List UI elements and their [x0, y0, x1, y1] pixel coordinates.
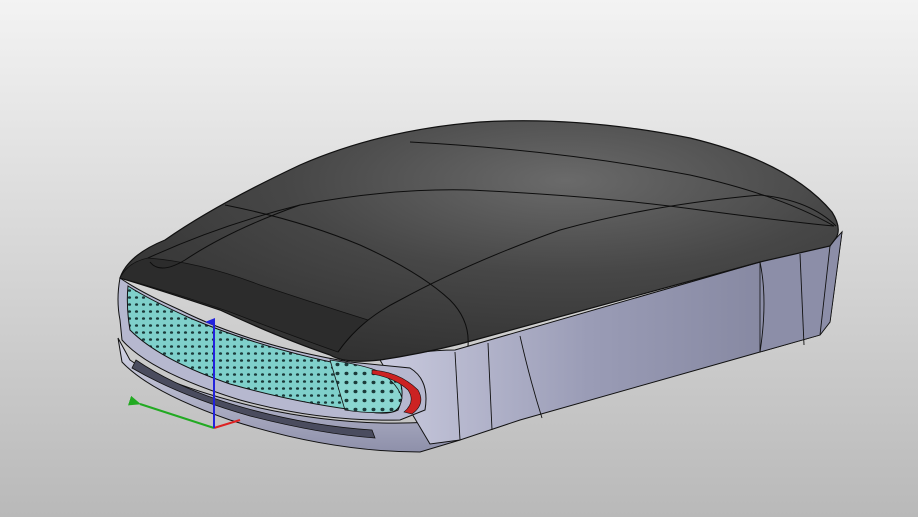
cad-scene[interactable]	[0, 0, 918, 517]
3d-viewport[interactable]	[0, 0, 918, 517]
